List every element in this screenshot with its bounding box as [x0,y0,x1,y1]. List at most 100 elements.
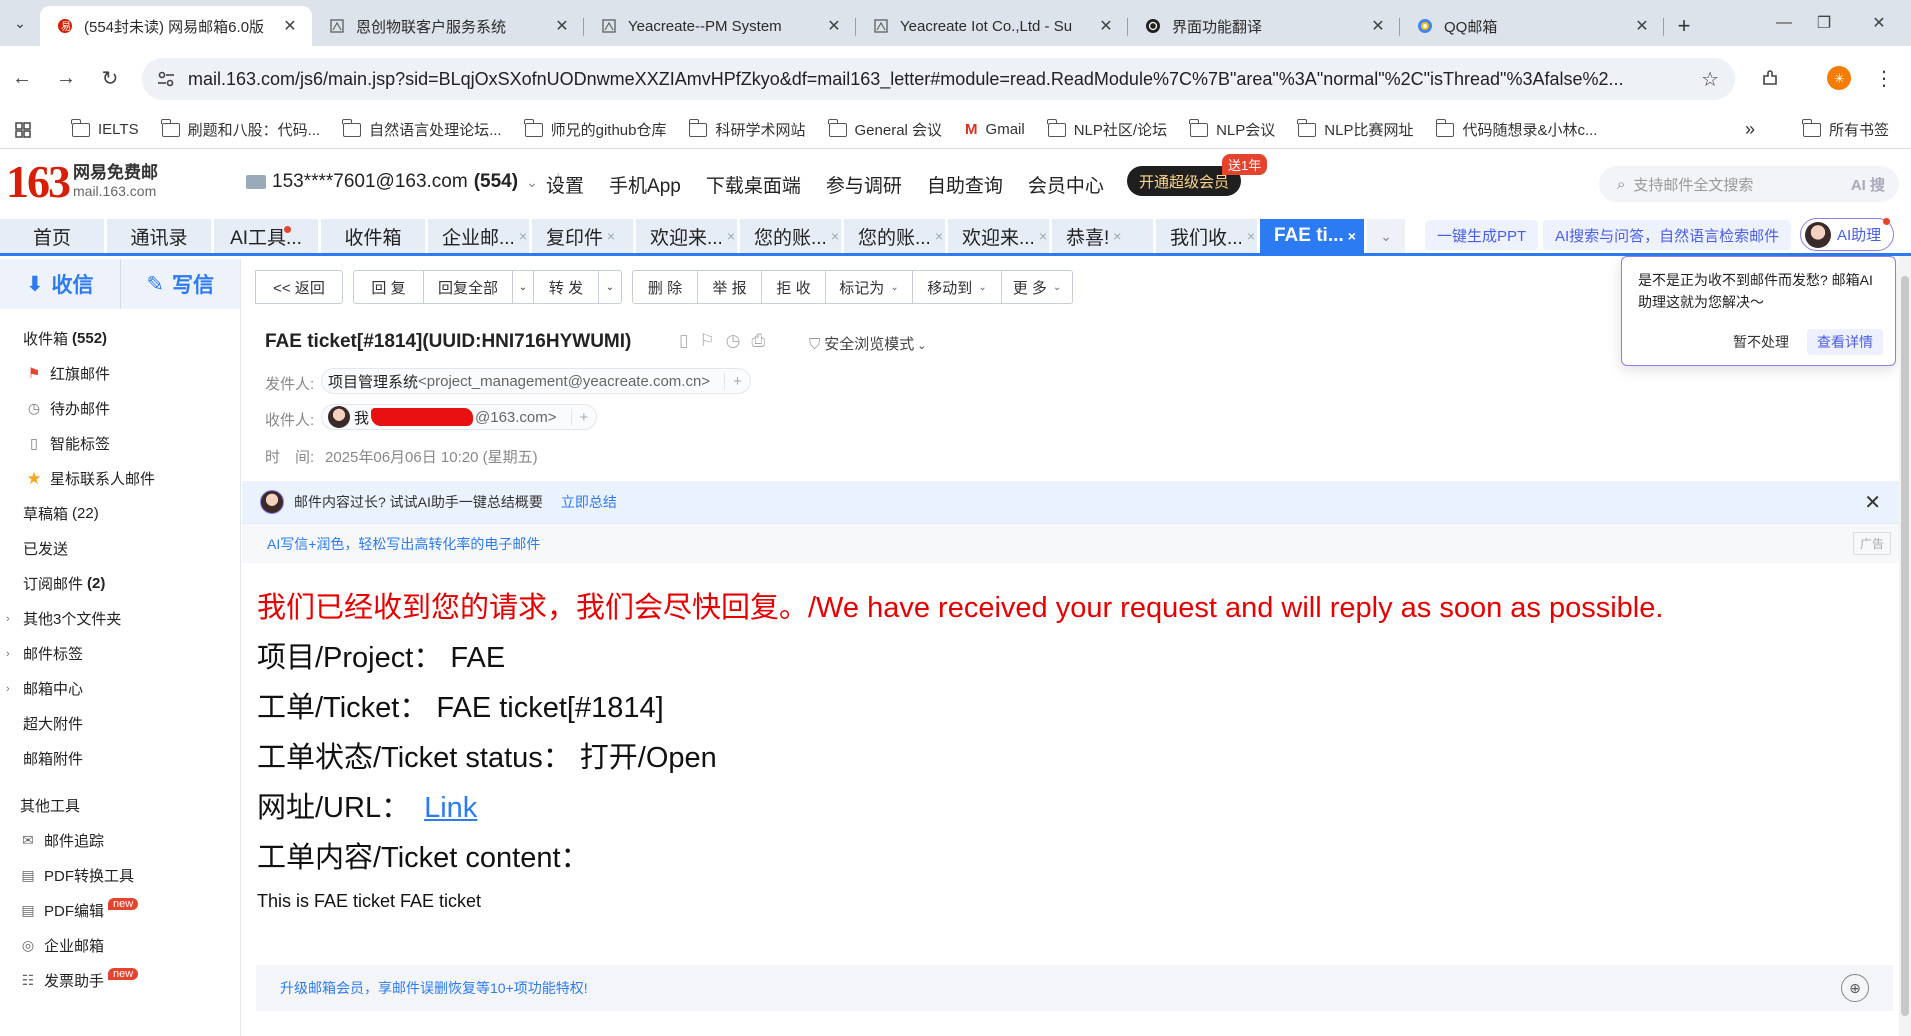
more-dropdown[interactable]: 更 多 ⌄ [1001,270,1073,304]
url-field[interactable]: mail.163.com/js6/main.jsp?sid=BLqjOxSXof… [142,58,1735,100]
flag-outline-icon[interactable]: ⚐ [699,331,714,351]
nav-member-center[interactable]: 会员中心 [1028,171,1104,198]
profile-avatar[interactable]: ✳ [1819,58,1859,98]
tab-home[interactable]: 首页 [0,219,104,253]
folder-starred-contacts[interactable]: ★ 星标联系人邮件 [0,461,240,496]
ticket-link[interactable]: Link [424,792,477,824]
mark-as-dropdown[interactable]: 标记为 ⌄ [825,270,913,304]
delete-button[interactable]: 删 除 [632,270,698,304]
tab-mail[interactable]: 您的账... × [740,219,841,253]
bookmark-item[interactable]: General 会议 [827,118,942,140]
ai-search-qa-button[interactable]: AI搜索与问答，自然语言检索邮件 [1543,220,1792,250]
bookmark-item[interactable]: 科研学术网站 [688,118,806,140]
browser-tab-qqmail[interactable]: QQ邮箱 ✕ [1400,6,1664,46]
scrollbar-thumb[interactable] [1901,276,1909,1016]
folder-sent[interactable]: 已发送 [0,531,240,566]
tab-mail[interactable]: 企业邮... × [428,219,529,253]
forward-icon[interactable]: → [44,59,88,99]
extensions-icon[interactable] [1750,58,1790,98]
compose-button[interactable]: ✎ 写信 [121,259,241,309]
browser-tab-netease[interactable]: 易 (554封未读) 网易邮箱6.0版 ✕ [40,6,312,46]
nav-mobile-app[interactable]: 手机App [609,171,681,198]
tab-close-icon[interactable]: ✕ [552,16,572,36]
nav-survey[interactable]: 参与调研 [826,171,902,198]
folder-mail-tags[interactable]: › 邮件标签 [0,636,240,671]
folder-todo[interactable]: ◷ 待办邮件 [0,391,240,426]
tab-close-icon[interactable]: ✕ [1096,16,1116,36]
add-contact-icon[interactable]: + [724,372,742,390]
summarize-now-link[interactable]: 立即总结 [561,492,617,512]
folder-attachments[interactable]: 邮箱附件 [0,741,240,776]
bookmark-item[interactable]: NLP社区/论坛 [1046,118,1167,140]
dismiss-button[interactable]: 暂不处理 [1733,331,1789,353]
nav-self-service[interactable]: 自助查询 [927,171,1003,198]
tool-invoice[interactable]: ☷ 发票助手 new [0,963,240,998]
clock-icon[interactable]: ◷ [726,331,741,351]
browser-menu-icon[interactable]: ⋮ [1864,58,1904,98]
account-switcher[interactable]: 153****7601@163.com (554) ⌄ | [246,171,561,193]
bookmark-item[interactable]: 刷题和八股：代码... [160,118,320,140]
all-bookmarks[interactable]: 所有书签 [1802,118,1889,140]
zoom-icon[interactable]: ⊕ [1841,974,1869,1002]
nav-desktop-download[interactable]: 下载桌面端 [706,171,801,198]
upgrade-link[interactable]: 升级邮箱会员，享邮件误删恢复等10+项功能特权! [280,978,588,998]
tab-close-icon[interactable]: ✕ [1632,16,1652,36]
ad-link[interactable]: AI写信+润色，轻松写出高转化率的电子邮件 [267,534,540,554]
tab-mail[interactable]: 您的账... × [844,219,945,253]
nav-settings[interactable]: 设置 [546,171,584,198]
sender-chip[interactable]: 项目管理系统 <project_management@yeacreate.com… [321,368,751,394]
add-contact-icon[interactable]: + [570,408,588,426]
bookmark-star-icon[interactable]: ☆ [1701,67,1719,92]
more-bookmarks-icon[interactable]: » [1745,119,1755,140]
receive-mail-button[interactable]: ⬇ 收信 [0,259,121,309]
tab-mail[interactable]: 我们收... × [1156,219,1257,253]
bookmark-item[interactable]: 代码随想录&小林c... [1435,118,1597,140]
tab-close-icon[interactable]: × [935,228,943,244]
folder-flagged[interactable]: ⚑ 红旗邮件 [0,356,240,391]
folder-large-attachments[interactable]: 超大附件 [0,706,240,741]
folder-other[interactable]: › 其他3个文件夹 [0,601,240,636]
tab-current-mail[interactable]: FAE ti... × [1260,219,1364,253]
safe-mode-dropdown[interactable]: ⛉ 安全浏览模式 ⌄ [809,333,927,354]
tab-mail[interactable]: 欢迎来... × [636,219,737,253]
netease-logo[interactable]: 163 网易免费邮 mail.163.com [6,157,158,207]
tab-close-icon[interactable]: ✕ [280,16,300,36]
tab-ai-tools[interactable]: AI工具... [214,219,318,253]
print-icon[interactable]: ⎙ [751,331,765,351]
bookmark-item[interactable]: 师兄的github仓库 [523,118,666,140]
scrollbar[interactable] [1899,256,1911,1036]
ai-search-button[interactable]: AI 搜 [1851,174,1885,195]
tab-mail[interactable]: 欢迎来... × [948,219,1049,253]
back-button[interactable]: << 返回 [255,270,343,304]
forward-dropdown-icon[interactable]: ⌄ [598,270,622,304]
ai-assistant-button[interactable]: AI助理 [1800,218,1894,251]
tab-close-icon[interactable]: × [519,228,527,244]
reply-dropdown-icon[interactable]: ⌄ [512,270,534,304]
browser-tab-pm[interactable]: Yeacreate--PM System ✕ [584,6,856,46]
tab-close-icon[interactable]: × [1348,228,1356,244]
tab-mail[interactable]: 复印件 × [532,219,633,253]
new-tab-button[interactable]: + [1664,6,1704,46]
folder-inbox[interactable]: 收件箱 (552) [0,321,240,356]
report-button[interactable]: 举 报 [697,270,762,304]
browser-tab-service[interactable]: 恩创物联客户服务系统 ✕ [312,6,584,46]
bookmark-item[interactable]: NLP会议 [1189,118,1275,140]
tab-close-icon[interactable]: ✕ [1368,16,1388,36]
close-icon[interactable]: ✕ [1864,490,1881,515]
move-to-dropdown[interactable]: 移动到 ⌄ [912,270,1002,304]
browser-tab-translate[interactable]: 界面功能翻译 ✕ [1128,6,1400,46]
tab-mail[interactable]: 恭喜! × [1052,219,1153,253]
tab-close-icon[interactable]: × [607,228,615,244]
view-details-button[interactable]: 查看详情 [1807,329,1883,355]
tool-mail-tracking[interactable]: ✉ 邮件追踪 [0,823,240,858]
tab-close-icon[interactable]: × [1039,228,1047,244]
apps-grid-icon[interactable] [0,121,46,138]
close-window-button[interactable]: ✕ [1847,0,1911,46]
folder-smart-tags[interactable]: ▯ 智能标签 [0,426,240,461]
folder-drafts[interactable]: 草稿箱 (22) [0,496,240,531]
bookmark-item[interactable]: NLP比赛网址 [1297,118,1413,140]
bookmark-icon[interactable]: ▯ [679,331,688,351]
bookmark-item[interactable]: M Gmail [965,121,1025,138]
reject-button[interactable]: 拒 收 [761,270,826,304]
reload-icon[interactable]: ↻ [88,59,132,99]
